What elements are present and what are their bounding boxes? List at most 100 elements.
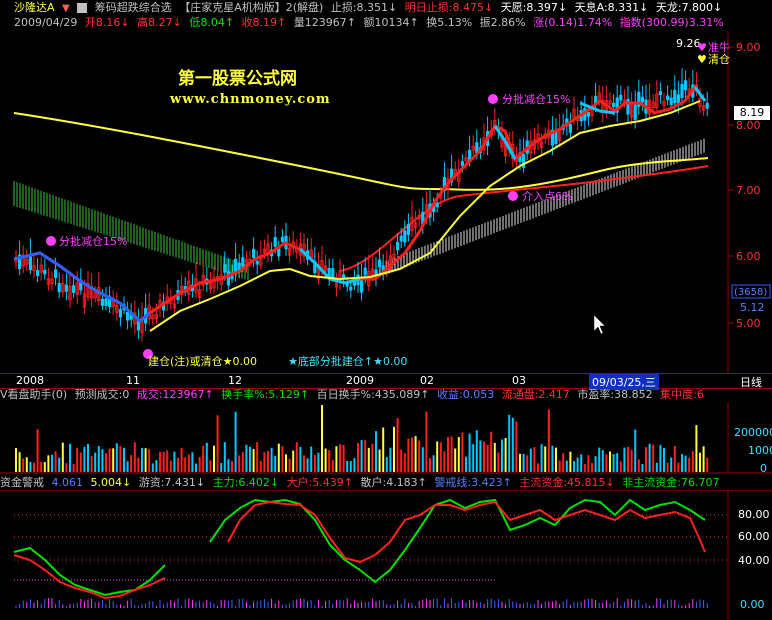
volume-bar (227, 459, 230, 472)
capital-bar (580, 601, 582, 608)
candle-body (666, 95, 670, 101)
stock-name[interactable]: 沙隆达A (14, 0, 55, 16)
volume-bar (115, 443, 118, 472)
volume-bar (504, 437, 507, 472)
template-name[interactable]: 【庄家克星A机构版】2(解盘) (179, 0, 323, 16)
capital-bar (76, 602, 78, 608)
price-label-5: 5.00 (736, 317, 761, 330)
capital-bar (602, 602, 604, 608)
cap-axis-80: 80.00 (738, 508, 770, 521)
ma-yellow-long (13, 112, 709, 191)
capital-bar (649, 605, 651, 608)
capital-bar (98, 601, 100, 608)
capital-youzi: 游资:7.431↓ (138, 476, 206, 489)
volume-bar (666, 462, 669, 472)
capital-bar (382, 600, 384, 608)
volume-bar (292, 450, 295, 472)
volume-bar (141, 448, 143, 472)
volume-bar (349, 460, 352, 472)
capital-title[interactable]: 资金警戒 (0, 476, 44, 490)
capital-bar (195, 602, 197, 608)
candle-body (118, 309, 122, 318)
volume-bar (195, 463, 197, 472)
capital-bar (29, 599, 31, 608)
volume-bar (274, 455, 277, 472)
capital-bar (206, 599, 208, 608)
volume-bar (65, 463, 68, 472)
candle-body (251, 249, 256, 259)
capital-bar (677, 604, 679, 608)
volume-bar (339, 444, 341, 472)
volume-bar (411, 437, 413, 472)
capital-bar (436, 598, 438, 608)
enter-signal-label: 介入点6% (522, 190, 572, 203)
volume-bar (29, 461, 32, 472)
capital-bar (530, 603, 532, 608)
volume-bar (346, 460, 349, 472)
capital-bar (415, 605, 417, 608)
capital-bar (551, 601, 553, 608)
capital-chart[interactable]: 80.00 60.00 40.00 0.00 (0, 490, 772, 620)
date-axis: 2008 11 12 2009 02 03 09/03/25,三 日线 (0, 373, 772, 390)
dropdown-icon[interactable]: ▼ (62, 1, 70, 16)
capital-bar (699, 599, 701, 608)
capital-bar (263, 599, 265, 608)
volume-chart[interactable]: 200000 100000 0 (0, 402, 772, 474)
volume-bar (33, 462, 35, 472)
volume-bar (119, 446, 122, 472)
volume-bar (245, 444, 248, 472)
price-chart[interactable]: 9.00 8.00 7.00 6.00 5.00 分批减仓15% 分批减仓15%… (0, 31, 772, 373)
volume-bar (580, 454, 583, 472)
capital-bar (613, 601, 615, 608)
capital-bar (703, 600, 705, 608)
capital-bar (706, 603, 708, 608)
volume-bar (457, 437, 460, 472)
indicator-name[interactable]: 筹码超跌综合选 (95, 0, 172, 16)
capital-bar (371, 598, 373, 608)
volume-bar (87, 443, 89, 472)
volume-bar (97, 445, 100, 472)
enter-signal-marker (508, 191, 518, 201)
capital-bar (62, 604, 64, 608)
capital-bar (325, 601, 327, 608)
capital-bar (523, 603, 525, 608)
capital-bar (501, 601, 503, 608)
candle-body (680, 83, 684, 98)
volume-bar (43, 462, 46, 472)
volume-bar (22, 458, 25, 472)
volume-bar (479, 440, 482, 472)
volume-bar (511, 417, 514, 472)
candle-body (619, 94, 623, 101)
volume-bar (587, 455, 590, 472)
volume-bar (544, 446, 547, 472)
candle-body (349, 286, 353, 291)
volume-bar (342, 444, 345, 472)
volume-bar (490, 431, 493, 472)
capital-bar (177, 598, 179, 608)
candle-body (612, 102, 616, 107)
volume-bar (371, 443, 374, 472)
volume-bar (616, 453, 619, 472)
capital-bar (127, 600, 129, 608)
volume-title[interactable]: V看盘助手(0) (0, 388, 67, 402)
checkbox-icon[interactable] (77, 3, 88, 13)
capital-bar (422, 599, 424, 608)
volume-bar (522, 453, 525, 472)
concentration: 集中度:6 (660, 388, 704, 401)
volume-bar (681, 454, 683, 472)
volume-bar (234, 411, 237, 472)
capital-bar (350, 603, 352, 608)
volume-bar (627, 446, 629, 472)
capital-bar (242, 598, 244, 608)
sell-signal-label-left: 分批减仓15% (59, 234, 127, 248)
capital-bar (292, 600, 294, 608)
volume-bar (360, 440, 363, 472)
capital-bar (519, 603, 521, 608)
quote-open: 开8.16↓ (84, 16, 130, 29)
volume-bar (252, 449, 255, 472)
capital-bar (256, 601, 258, 608)
volume-bar (155, 460, 158, 472)
capital-bar (19, 603, 21, 608)
volume-bar (598, 447, 601, 472)
capital-bar (209, 602, 211, 608)
